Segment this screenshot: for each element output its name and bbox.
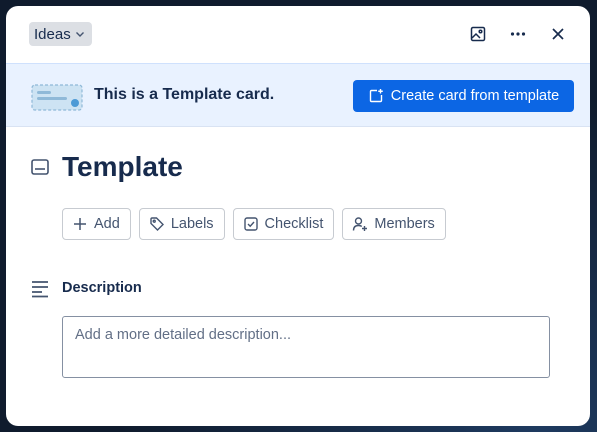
template-banner-message: This is a Template card. — [94, 86, 275, 103]
checkbox-icon — [243, 217, 258, 231]
create-card-icon — [369, 89, 383, 103]
card-actions: Add Labels Checklist Members — [62, 208, 446, 240]
members-button[interactable]: Members — [342, 208, 446, 240]
cover-button[interactable] — [462, 20, 494, 48]
create-card-from-template-button[interactable]: Create card from template — [353, 80, 574, 112]
labels-button[interactable]: Labels — [138, 208, 225, 240]
plus-icon — [74, 218, 86, 230]
card-title[interactable]: Template — [62, 151, 183, 183]
description-heading: Description — [62, 280, 142, 296]
add-member-icon — [353, 217, 368, 231]
cover-image-icon — [470, 26, 486, 42]
tag-icon — [150, 217, 164, 231]
checklist-button-label: Checklist — [264, 216, 324, 232]
create-card-from-template-label: Create card from template — [390, 88, 560, 104]
members-button-label: Members — [374, 216, 435, 232]
chevron-down-icon — [75, 32, 84, 37]
description-icon — [32, 281, 48, 298]
add-button[interactable]: Add — [62, 208, 131, 240]
description-placeholder: Add a more detailed description... — [75, 327, 292, 343]
card-detail-modal: Ideas This is a Template card. Create ca… — [6, 6, 590, 426]
close-button[interactable] — [542, 20, 574, 48]
list-name: Ideas — [34, 25, 71, 43]
card-icon — [31, 159, 49, 175]
close-icon — [552, 28, 564, 40]
template-card-illustration-icon — [31, 84, 83, 111]
checklist-button[interactable]: Checklist — [232, 208, 335, 240]
labels-button-label: Labels — [170, 216, 214, 232]
add-button-label: Add — [94, 216, 120, 232]
template-banner: This is a Template card. Create card fro… — [6, 63, 590, 127]
more-icon — [510, 32, 526, 36]
more-actions-button[interactable] — [502, 20, 534, 48]
description-input[interactable]: Add a more detailed description... — [62, 316, 550, 378]
card-header: Ideas — [6, 6, 590, 63]
list-selector[interactable]: Ideas — [29, 22, 92, 46]
